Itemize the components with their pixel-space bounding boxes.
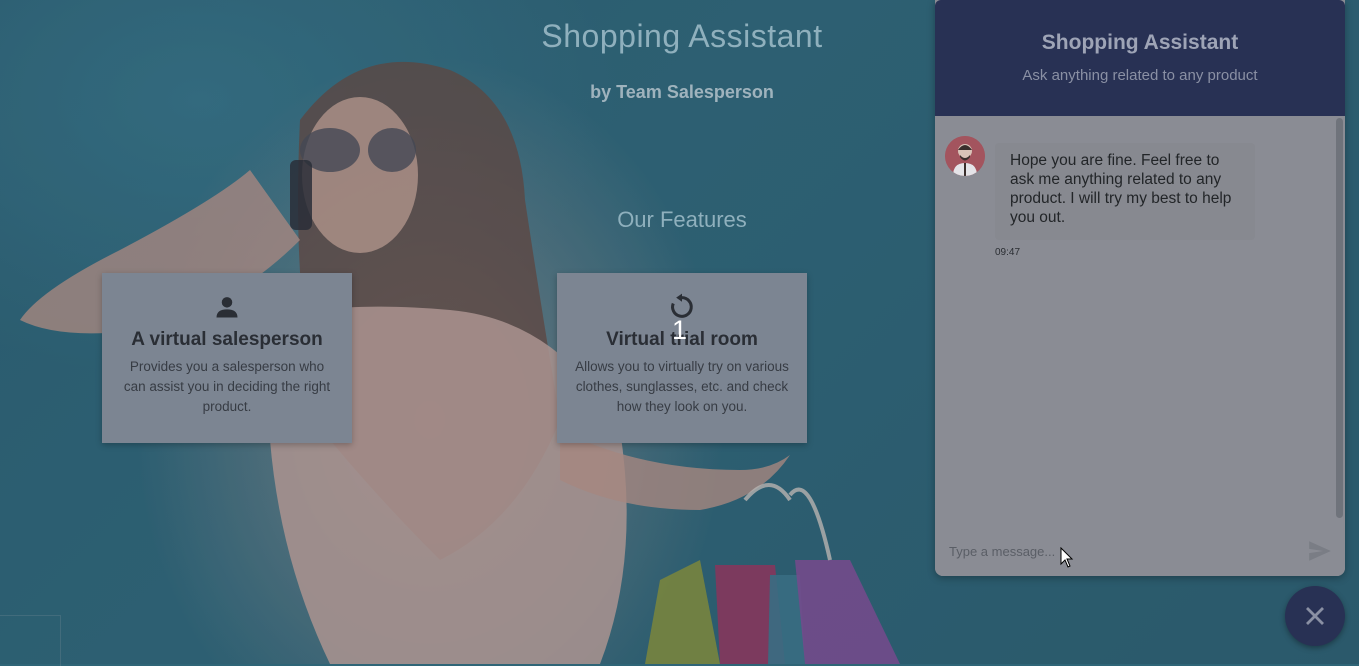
bot-avatar xyxy=(945,136,985,176)
chat-header: Shopping Assistant Ask anything related … xyxy=(935,0,1345,116)
close-chat-button[interactable] xyxy=(1285,586,1345,646)
feature-title: A virtual salesperson xyxy=(131,329,323,350)
step-number: 1 xyxy=(672,315,688,345)
features-heading: Our Features xyxy=(617,207,747,232)
message-timestamp: 09:47 xyxy=(995,247,1021,258)
chat-scrollbar[interactable] xyxy=(1336,118,1343,518)
send-icon[interactable] xyxy=(1307,538,1333,564)
mouse-cursor-icon xyxy=(1060,547,1074,568)
chat-subtitle: Ask anything related to any product xyxy=(1022,67,1258,84)
corner-decoration xyxy=(0,615,61,666)
site-title: Shopping Assistant xyxy=(541,18,823,54)
chat-message-bubble: Hope you are fine. Feel free to ask me a… xyxy=(995,143,1255,240)
feature-description: Provides you a salesperson who can assis… xyxy=(123,359,331,414)
feature-description: Allows you to virtually try on various c… xyxy=(575,359,789,414)
feature-card-virtual-trial-room: Virtual trial room Allows you to virtual… xyxy=(557,273,807,443)
person-icon xyxy=(102,293,352,321)
feature-card-virtual-salesperson: A virtual salesperson Provides you a sal… xyxy=(102,273,352,443)
site-subtitle: by Team Salesperson xyxy=(590,82,774,102)
message-input[interactable] xyxy=(947,536,1281,566)
chat-messages[interactable]: Hope you are fine. Feel free to ask me a… xyxy=(935,116,1345,526)
close-icon xyxy=(1306,607,1324,625)
chat-input-row xyxy=(935,526,1345,576)
chat-title: Shopping Assistant xyxy=(1041,31,1239,54)
chat-window: Shopping Assistant Ask anything related … xyxy=(935,0,1345,576)
